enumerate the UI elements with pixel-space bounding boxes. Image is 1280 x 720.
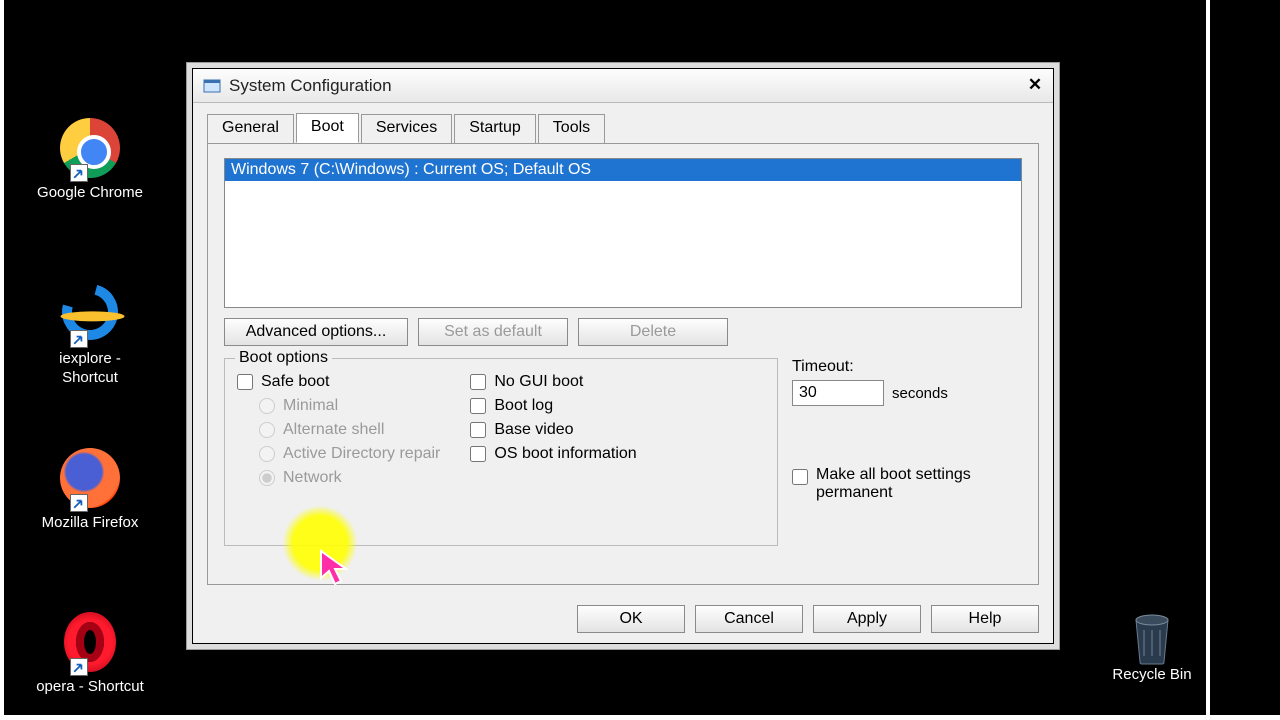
make-permanent-checkbox[interactable]: Make all boot settings permanent	[792, 466, 1022, 502]
timeout-unit: seconds	[892, 385, 948, 402]
tab-general[interactable]: General	[207, 114, 294, 144]
ok-button[interactable]: OK	[577, 605, 685, 633]
safe-boot-checkbox[interactable]: Safe boot	[237, 373, 440, 391]
os-entry-selected[interactable]: Windows 7 (C:\Windows) : Current OS; Def…	[225, 159, 1021, 181]
tab-tools[interactable]: Tools	[538, 114, 605, 144]
shortcut-arrow-icon	[70, 494, 88, 512]
tabstrip: General Boot Services Startup Tools	[193, 103, 1053, 143]
desktop-icon-chrome[interactable]: Google Chrome	[30, 118, 150, 203]
boot-options-group: Boot options Safe boot Minimal Alternate…	[224, 358, 778, 546]
tab-startup[interactable]: Startup	[454, 114, 536, 144]
desktop-icon-label: opera - Shortcut	[30, 678, 150, 697]
desktop-icon-label: Google Chrome	[30, 184, 150, 203]
recycle-bin-icon	[1126, 608, 1178, 666]
desktop-icon-label: Recycle Bin	[1092, 666, 1212, 685]
no-gui-boot-checkbox[interactable]: No GUI boot	[470, 373, 636, 391]
boot-log-checkbox[interactable]: Boot log	[470, 397, 636, 415]
apply-button[interactable]: Apply	[813, 605, 921, 633]
base-video-checkbox[interactable]: Base video	[470, 421, 636, 439]
desktop-icon-label: iexplore - Shortcut	[30, 350, 150, 388]
timeout-label: Timeout:	[792, 358, 1022, 376]
system-configuration-dialog: System Configuration ✕ General Boot Serv…	[192, 68, 1054, 644]
cancel-button[interactable]: Cancel	[695, 605, 803, 633]
help-button[interactable]: Help	[931, 605, 1039, 633]
boot-options-legend: Boot options	[235, 349, 332, 367]
shortcut-arrow-icon	[70, 658, 88, 676]
os-boot-info-checkbox[interactable]: OS boot information	[470, 445, 636, 463]
desktop-icon-firefox[interactable]: Mozilla Firefox	[30, 448, 150, 533]
desktop-icon-recyclebin[interactable]: Recycle Bin	[1092, 608, 1212, 685]
delete-button: Delete	[578, 318, 728, 346]
active-directory-repair-radio: Active Directory repair	[259, 445, 440, 463]
desktop-icon-label: Mozilla Firefox	[30, 514, 150, 533]
advanced-options-button[interactable]: Advanced options...	[224, 318, 408, 346]
desktop-icon-iexplore[interactable]: iexplore - Shortcut	[30, 282, 150, 388]
chrome-icon	[60, 118, 120, 178]
tab-content-boot: Windows 7 (C:\Windows) : Current OS; Def…	[207, 143, 1039, 585]
minimal-radio: Minimal	[259, 397, 440, 415]
dialog-title: System Configuration	[229, 76, 392, 96]
firefox-icon	[60, 448, 120, 508]
shortcut-arrow-icon	[70, 164, 88, 182]
os-listbox[interactable]: Windows 7 (C:\Windows) : Current OS; Def…	[224, 158, 1022, 308]
tab-boot[interactable]: Boot	[296, 113, 359, 143]
network-radio: Network	[259, 469, 440, 487]
ie-icon	[52, 274, 128, 350]
timeout-input[interactable]	[792, 380, 884, 406]
titlebar[interactable]: System Configuration ✕	[193, 69, 1053, 103]
set-as-default-button: Set as default	[418, 318, 568, 346]
shortcut-arrow-icon	[70, 330, 88, 348]
desktop-icon-opera[interactable]: opera - Shortcut	[30, 612, 150, 697]
close-button[interactable]: ✕	[1023, 75, 1047, 97]
alternate-shell-radio: Alternate shell	[259, 421, 440, 439]
msconfig-icon	[203, 77, 221, 95]
tab-services[interactable]: Services	[361, 114, 452, 144]
